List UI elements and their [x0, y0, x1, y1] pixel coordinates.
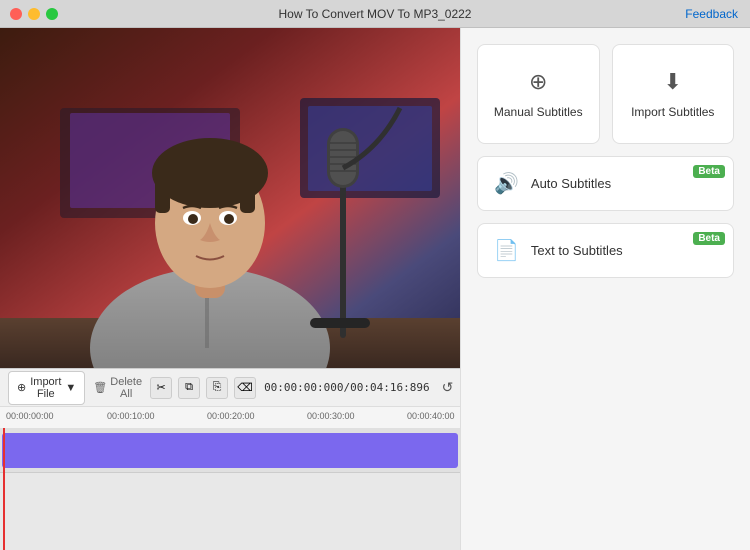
- trash-icon: 🗑: [93, 381, 107, 394]
- ruler-mark-0: 00:00:00:00: [6, 411, 54, 421]
- maximize-button[interactable]: [46, 8, 58, 20]
- edit-tools: ✂ ⧉ ⎘ ⌫: [150, 377, 256, 399]
- manual-subtitles-icon: ⊕: [529, 69, 547, 95]
- undo-button[interactable]: ↺: [438, 377, 458, 398]
- video-frame: [0, 28, 460, 368]
- text-to-subtitles-beta-badge: Beta: [693, 232, 725, 245]
- cut-tool-button[interactable]: ✂: [150, 377, 172, 399]
- auto-subtitles-card[interactable]: 🔊 Auto Subtitles Beta: [477, 156, 734, 211]
- video-clip[interactable]: [2, 433, 458, 468]
- copy-tool-button[interactable]: ⧉: [178, 377, 200, 399]
- title-bar: How To Convert MOV To MP3_0222 Feedback: [0, 0, 750, 28]
- right-panel: ⊕ Manual Subtitles ⬇ Import Subtitles 🔊 …: [460, 28, 750, 550]
- manual-subtitles-card[interactable]: ⊕ Manual Subtitles: [477, 44, 600, 144]
- import-subtitles-icon: ⬇: [664, 69, 682, 95]
- import-subtitles-card[interactable]: ⬇ Import Subtitles: [612, 44, 735, 144]
- dropdown-arrow-icon: ▼: [65, 382, 76, 394]
- video-panel: ⊕ Import File ▼ 🗑 Delete All ✂ ⧉ ⎘ ⌫ 00:…: [0, 28, 460, 550]
- ruler-mark-4: 00:00:40:00: [407, 411, 455, 421]
- timeline-tracks: [0, 428, 460, 550]
- bottom-spacer: [477, 290, 734, 534]
- timeline-toolbar: ⊕ Import File ▼ 🗑 Delete All ✂ ⧉ ⎘ ⌫ 00:…: [0, 368, 460, 406]
- window-controls: [10, 8, 58, 20]
- timeline-ruler: 00:00:00:00 00:00:10:00 00:00:20:00 00:0…: [0, 406, 460, 428]
- delete-all-button[interactable]: 🗑 Delete All: [93, 376, 142, 400]
- auto-subtitles-icon: 🔊: [494, 171, 519, 196]
- feedback-link[interactable]: Feedback: [685, 7, 738, 21]
- paste-tool-button[interactable]: ⎘: [206, 377, 228, 399]
- import-subtitles-label: Import Subtitles: [631, 105, 714, 119]
- subtitle-top-options: ⊕ Manual Subtitles ⬇ Import Subtitles: [477, 44, 734, 144]
- minimize-button[interactable]: [28, 8, 40, 20]
- main-content: ⊕ Import File ▼ 🗑 Delete All ✂ ⧉ ⎘ ⌫ 00:…: [0, 28, 750, 550]
- manual-subtitles-label: Manual Subtitles: [494, 105, 583, 119]
- ruler-mark-2: 00:00:20:00: [207, 411, 255, 421]
- ruler-marks-container: 00:00:00:00 00:00:10:00 00:00:20:00 00:0…: [2, 407, 460, 428]
- playhead[interactable]: [3, 428, 5, 550]
- plus-icon: ⊕: [17, 381, 26, 394]
- video-track: [0, 428, 460, 473]
- delete-tool-button[interactable]: ⌫: [234, 377, 256, 399]
- video-area: [0, 28, 460, 368]
- window-title: How To Convert MOV To MP3_0222: [279, 7, 472, 21]
- ruler-mark-3: 00:00:30:00: [307, 411, 355, 421]
- text-to-subtitles-label: Text to Subtitles: [531, 243, 623, 258]
- text-to-subtitles-card[interactable]: 📄 Text to Subtitles Beta: [477, 223, 734, 278]
- text-to-subtitles-icon: 📄: [494, 238, 519, 263]
- timecode-display: 00:00:00:000/00:04:16:896: [264, 381, 430, 394]
- close-button[interactable]: [10, 8, 22, 20]
- ruler-mark-1: 00:00:10:00: [107, 411, 155, 421]
- import-file-button[interactable]: ⊕ Import File ▼: [8, 371, 85, 405]
- auto-subtitles-label: Auto Subtitles: [531, 176, 611, 191]
- auto-subtitles-beta-badge: Beta: [693, 165, 725, 178]
